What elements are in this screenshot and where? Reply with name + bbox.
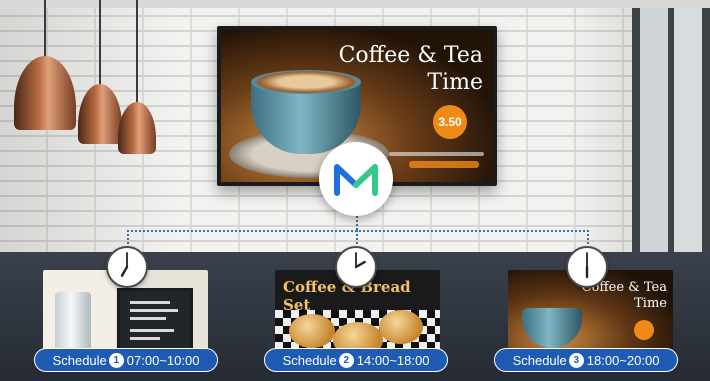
clock-hour-hand bbox=[120, 265, 129, 277]
window-frame bbox=[632, 0, 710, 255]
schedule-2-label: Schedule 2 14:00~18:00 bbox=[264, 348, 448, 372]
connector-line bbox=[127, 230, 589, 232]
clock-icon bbox=[106, 246, 148, 288]
schedule-3-label: Schedule 3 18:00~20:00 bbox=[494, 348, 678, 372]
price-badge: 3.50 bbox=[433, 105, 467, 139]
schedule-number-badge: 1 bbox=[108, 352, 124, 368]
clock-hour-hand bbox=[354, 260, 366, 269]
menu-board-image bbox=[117, 288, 193, 356]
clock-icon bbox=[566, 246, 608, 288]
schedule-1-label: Schedule 1 07:00~10:00 bbox=[34, 348, 218, 372]
display-title: Coffee & Tea Time bbox=[338, 43, 483, 95]
schedule-number-badge: 3 bbox=[568, 352, 584, 368]
water-glass-image bbox=[55, 292, 91, 356]
clock-icon bbox=[335, 246, 377, 288]
magicinfo-m-logo-icon bbox=[319, 142, 393, 216]
schedule-number-badge: 2 bbox=[338, 352, 354, 368]
